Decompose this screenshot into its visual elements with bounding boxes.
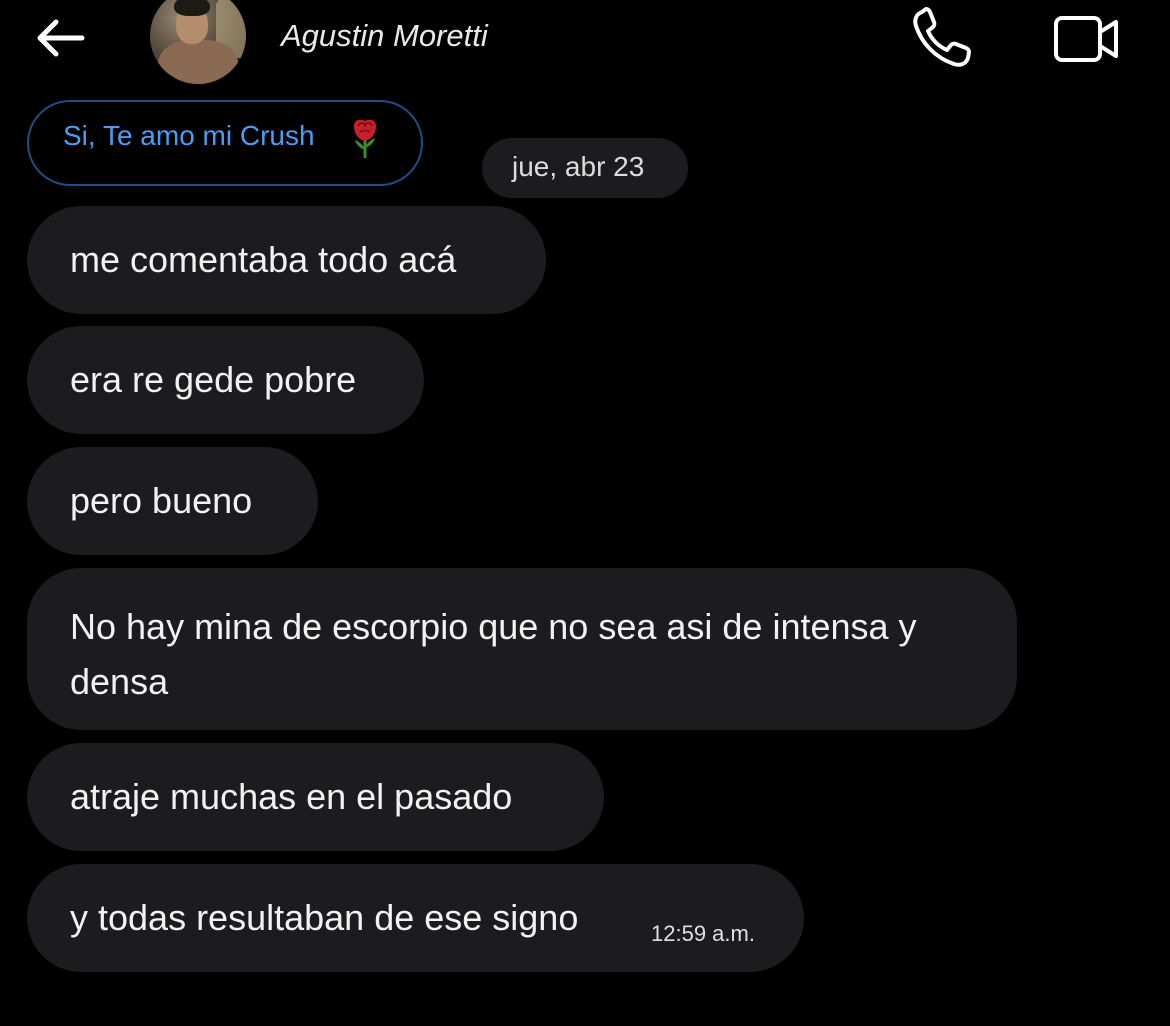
- message-bubble[interactable]: me comentaba todo acá: [27, 206, 546, 314]
- message-timestamp: 12:59 a.m.: [651, 921, 755, 946]
- date-separator-label: jue, abr 23: [512, 151, 645, 182]
- message-text: No hay mina de escorpio que no sea asi d…: [70, 606, 917, 702]
- back-button[interactable]: [30, 12, 90, 64]
- message-text: atraje muchas en el pasado: [70, 776, 513, 817]
- phone-icon: [913, 7, 971, 67]
- avatar[interactable]: [150, 0, 246, 84]
- message-bubble[interactable]: y todas resultaban de ese signo 12:59 a.…: [27, 864, 804, 972]
- message-text: era re gede pobre: [70, 359, 357, 400]
- message-text: me comentaba todo acá: [70, 239, 457, 280]
- message-text: pero bueno: [70, 480, 253, 521]
- message-bubble[interactable]: atraje muchas en el pasado: [27, 743, 604, 851]
- video-call-button[interactable]: [1050, 10, 1124, 66]
- message-bubble[interactable]: era re gede pobre: [27, 326, 424, 434]
- message-bubble[interactable]: pero bueno: [27, 447, 318, 555]
- voice-call-button[interactable]: [908, 6, 976, 70]
- message-text: y todas resultaban de ese signo: [70, 897, 579, 938]
- arrow-left-icon: [37, 19, 85, 57]
- chat-header: Agustin Moretti: [0, 0, 1170, 90]
- rose-icon: [354, 119, 376, 158]
- message-bubble[interactable]: No hay mina de escorpio que no sea asi d…: [27, 568, 1017, 730]
- reply-preview-text: Si, Te amo mi Crush: [63, 120, 315, 151]
- contact-name[interactable]: Agustin Moretti: [281, 18, 488, 54]
- video-camera-icon: [1054, 16, 1118, 62]
